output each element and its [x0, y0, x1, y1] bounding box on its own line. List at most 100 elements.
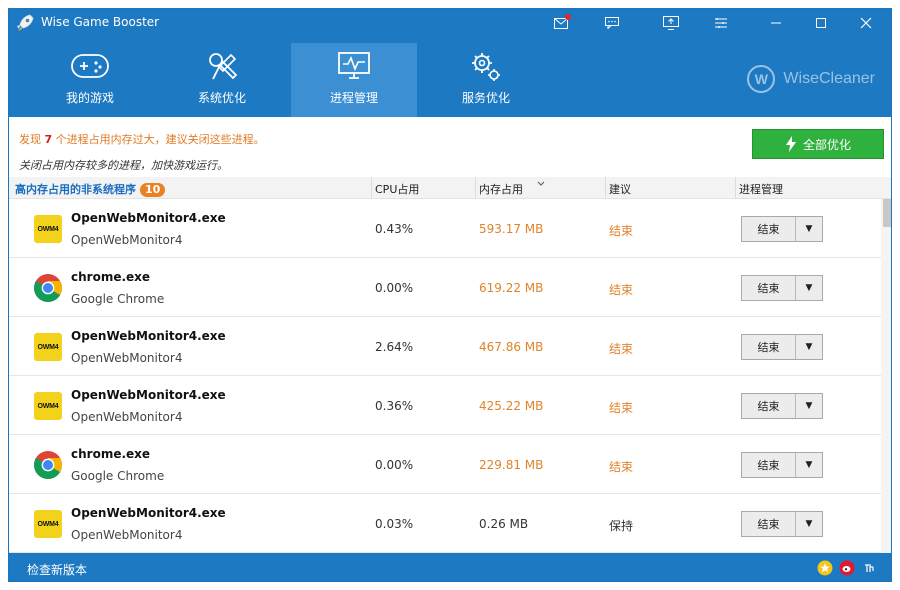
info-prefix: 发现	[19, 133, 41, 146]
column-memory[interactable]: 内存占用	[479, 181, 523, 197]
close-button[interactable]	[851, 11, 881, 35]
tab-service-optimize[interactable]: 服务优化	[423, 43, 549, 117]
dropdown-arrow-icon[interactable]: ▼	[796, 394, 822, 418]
owm4-icon: OWM4	[34, 333, 62, 361]
process-description: Google Chrome	[71, 469, 165, 483]
cpu-usage: 0.03%	[375, 517, 414, 531]
app-title: Wise Game Booster	[41, 15, 160, 29]
check-update-link[interactable]: 检查新版本	[27, 561, 87, 578]
gamepad-icon	[71, 54, 109, 78]
owm4-icon: OWM4	[34, 510, 62, 538]
mail-button[interactable]	[546, 11, 576, 35]
end-process-label[interactable]: 结束	[742, 394, 796, 418]
menu-button[interactable]	[706, 11, 736, 35]
info-hint: 关闭占用内存较多的进程，加快游戏运行。	[19, 159, 228, 172]
advice: 结束	[609, 401, 634, 415]
process-description: OpenWebMonitor4	[71, 410, 183, 424]
end-process-label[interactable]: 结束	[742, 276, 796, 300]
scrollbar-thumb[interactable]	[883, 199, 891, 227]
info-count: 7	[44, 133, 53, 146]
table-title: 高内存占用的非系统程序 10	[15, 181, 166, 197]
table-row[interactable]: chrome.exe Google Chrome 0.00% 619.22 MB…	[9, 258, 881, 317]
app-window: Wise Game Booster 我的游戏 系统优化 进程管理 服务优化 W …	[8, 8, 892, 582]
chrome-icon	[34, 451, 62, 479]
info-panel: 发现 7 个进程占用内存过大，建议关闭这些进程。 关闭占用内存较多的进程，加快游…	[9, 117, 891, 177]
dropdown-arrow-icon[interactable]: ▼	[796, 335, 822, 359]
end-process-label[interactable]: 结束	[742, 217, 796, 241]
tab-my-games[interactable]: 我的游戏	[27, 43, 153, 117]
wrench-screwdriver-icon	[209, 53, 238, 80]
process-name: OpenWebMonitor4.exe	[71, 388, 226, 402]
notification-dot	[565, 14, 571, 20]
tab-system-optimize[interactable]: 系统优化	[159, 43, 285, 117]
end-process-button[interactable]: 结束 ▼	[741, 334, 823, 360]
minimize-button[interactable]	[761, 11, 791, 35]
monitor-pulse-icon	[338, 52, 370, 79]
gears-icon	[472, 53, 500, 81]
memory-usage: 619.22 MB	[479, 281, 544, 295]
process-name: OpenWebMonitor4.exe	[71, 211, 226, 225]
tab-process-manage[interactable]: 进程管理	[291, 43, 417, 117]
table-row[interactable]: OWM4 OpenWebMonitor4.exe OpenWebMonitor4…	[9, 494, 881, 553]
tieba-icon[interactable]	[861, 560, 877, 576]
scrollbar[interactable]	[881, 199, 891, 553]
count-badge: 10	[140, 183, 166, 197]
column-cpu[interactable]: CPU占用	[375, 181, 419, 197]
advice: 结束	[609, 283, 634, 297]
screen-button[interactable]	[656, 11, 686, 35]
end-process-label[interactable]: 结束	[742, 512, 796, 536]
end-process-label[interactable]: 结束	[742, 335, 796, 359]
table-row[interactable]: OWM4 OpenWebMonitor4.exe OpenWebMonitor4…	[9, 199, 881, 258]
end-process-button[interactable]: 结束 ▼	[741, 393, 823, 419]
table-row[interactable]: chrome.exe Google Chrome 0.00% 229.81 MB…	[9, 435, 881, 494]
end-process-button[interactable]: 结束 ▼	[741, 216, 823, 242]
process-description: OpenWebMonitor4	[71, 351, 183, 365]
process-name: OpenWebMonitor4.exe	[71, 506, 226, 520]
title-bar: Wise Game Booster	[9, 9, 891, 37]
dropdown-arrow-icon[interactable]: ▼	[796, 217, 822, 241]
lightning-icon	[785, 136, 796, 152]
tab-label: 进程管理	[329, 91, 378, 105]
process-description: OpenWebMonitor4	[71, 233, 183, 247]
dropdown-arrow-icon[interactable]: ▼	[796, 512, 822, 536]
process-name: chrome.exe	[71, 270, 151, 284]
cpu-usage: 0.43%	[375, 222, 414, 236]
advice: 结束	[609, 342, 634, 356]
process-description: OpenWebMonitor4	[71, 528, 183, 542]
chat-bubble-icon	[605, 17, 619, 29]
info-suffix: 个进程占用内存过大，建议关闭这些进程。	[55, 133, 265, 146]
screen-upload-icon	[663, 16, 679, 30]
star-rate-icon[interactable]	[817, 560, 833, 576]
feedback-button[interactable]	[597, 11, 627, 35]
menu-icon	[715, 18, 727, 28]
maximize-button[interactable]	[806, 11, 836, 35]
info-summary: 发现 7 个进程占用内存过大，建议关闭这些进程。	[19, 131, 265, 147]
brand-logo: W WiseCleaner	[747, 65, 875, 93]
cpu-usage: 0.00%	[375, 281, 414, 295]
weibo-icon[interactable]	[839, 560, 855, 576]
memory-usage: 425.22 MB	[479, 399, 544, 413]
dropdown-arrow-icon[interactable]: ▼	[796, 276, 822, 300]
end-process-label[interactable]: 结束	[742, 453, 796, 477]
cpu-usage: 0.36%	[375, 399, 414, 413]
end-process-button[interactable]: 结束 ▼	[741, 452, 823, 478]
maximize-icon	[816, 18, 826, 28]
dropdown-arrow-icon[interactable]: ▼	[796, 453, 822, 477]
memory-usage: 467.86 MB	[479, 340, 544, 354]
cpu-usage: 2.64%	[375, 340, 414, 354]
table-row[interactable]: OWM4 OpenWebMonitor4.exe OpenWebMonitor4…	[9, 317, 881, 376]
column-advice[interactable]: 建议	[609, 181, 631, 197]
memory-usage: 229.81 MB	[479, 458, 544, 472]
optimize-all-label: 全部优化	[802, 137, 851, 152]
end-process-button[interactable]: 结束 ▼	[741, 275, 823, 301]
end-process-button[interactable]: 结束 ▼	[741, 511, 823, 537]
status-bar: 检查新版本	[9, 553, 891, 581]
tab-label: 系统优化	[197, 91, 246, 105]
table-row[interactable]: OWM4 OpenWebMonitor4.exe OpenWebMonitor4…	[9, 376, 881, 435]
sort-desc-icon	[537, 181, 545, 186]
column-process-manage: 进程管理	[739, 183, 783, 196]
memory-usage: 593.17 MB	[479, 222, 544, 236]
process-description: Google Chrome	[71, 292, 165, 306]
optimize-all-button[interactable]: 全部优化	[752, 129, 884, 159]
owm4-icon: OWM4	[34, 392, 62, 420]
